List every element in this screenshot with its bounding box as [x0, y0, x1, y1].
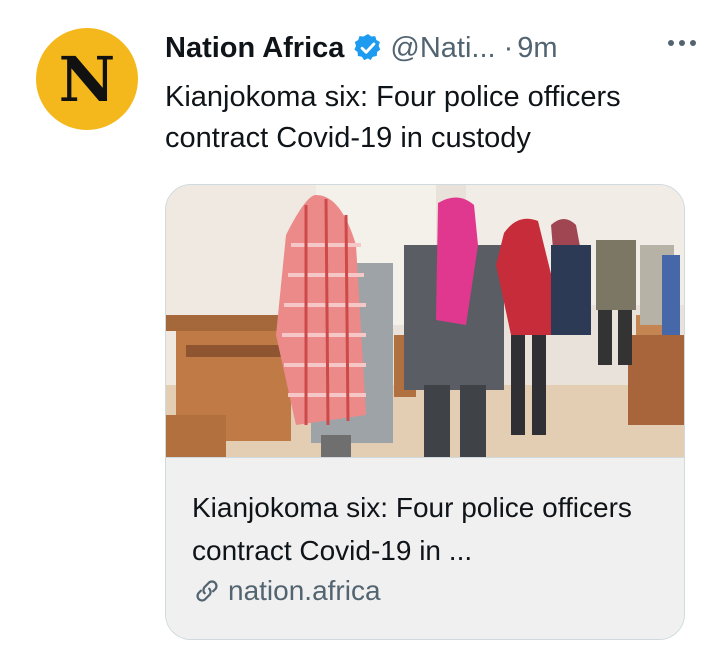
avatar-letter: N: [58, 43, 116, 116]
author-name[interactable]: Nation Africa: [165, 32, 344, 65]
more-dot: [668, 40, 674, 46]
author-handle[interactable]: @Nati...: [390, 32, 495, 65]
more-dot: [690, 40, 696, 46]
card-domain-text: nation.africa: [228, 575, 381, 606]
separator-dot: ·: [503, 31, 514, 64]
timestamp[interactable]: 9m: [517, 32, 557, 65]
link-icon: [196, 580, 218, 602]
card-image[interactable]: [166, 185, 684, 457]
card-body[interactable]: Kianjokoma six: Four police officers con…: [166, 457, 684, 639]
tweet-header: Nation Africa @Nati... · 9m: [165, 26, 706, 70]
card-domain[interactable]: nation.africa: [192, 575, 381, 607]
link-card[interactable]: Kianjokoma six: Four police officers con…: [165, 184, 685, 640]
avatar[interactable]: N: [36, 28, 138, 130]
card-title[interactable]: Kianjokoma six: Four police officers con…: [192, 486, 662, 572]
verified-badge-icon[interactable]: [352, 32, 384, 64]
more-icon[interactable]: [668, 40, 696, 46]
more-dot: [679, 40, 685, 46]
tweet-text: Kianjokoma six: Four police officers con…: [165, 81, 621, 154]
